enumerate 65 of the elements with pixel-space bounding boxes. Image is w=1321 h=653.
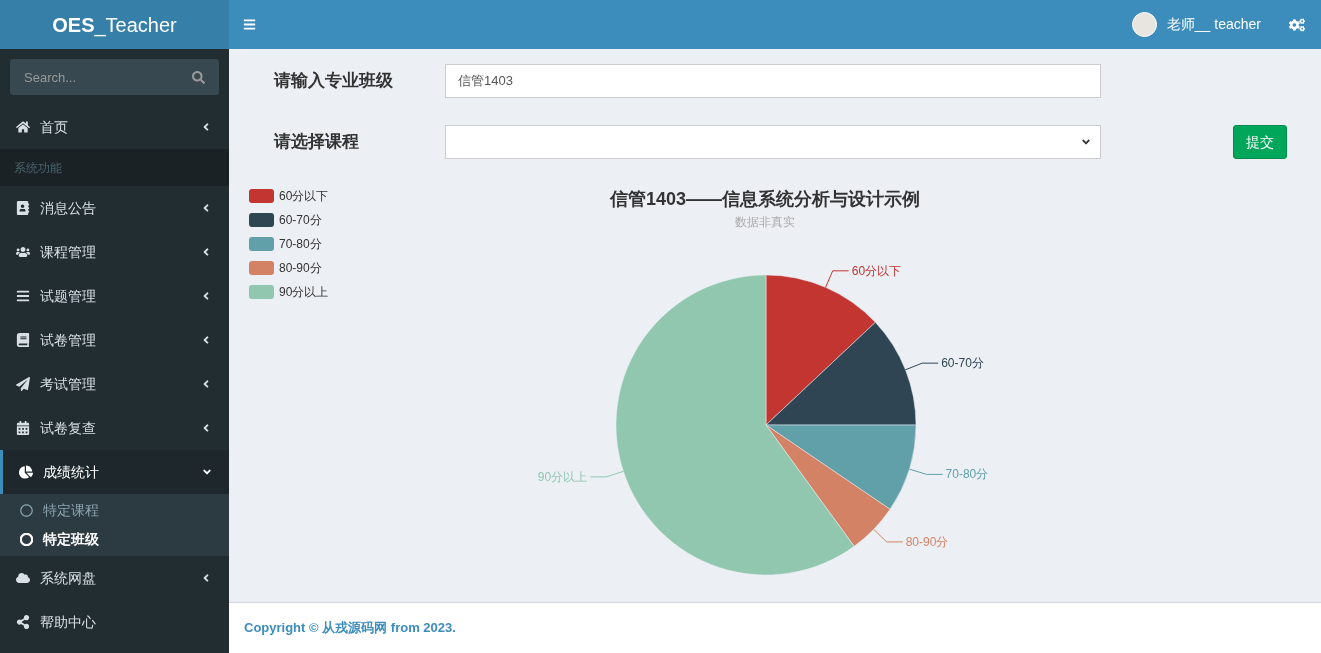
chevron-left-icon	[201, 290, 211, 302]
slice-label: 70-80分	[945, 467, 989, 482]
chevron-left-icon	[201, 202, 211, 214]
search-field[interactable]: Search...	[10, 59, 219, 95]
sidebar-item[interactable]: 试卷管理	[0, 318, 229, 362]
leader-line	[589, 470, 624, 478]
legend-label[interactable]: 90分以上	[279, 285, 329, 299]
leader-line	[904, 362, 939, 371]
sidebar-item[interactable]: 帮助中心	[0, 600, 229, 644]
sidebar-item[interactable]: 试卷复查	[0, 406, 229, 450]
chevron-left-icon	[201, 334, 211, 346]
pie-chart-icon	[19, 465, 33, 479]
legend-label[interactable]: 60-70分	[279, 213, 322, 227]
legend-swatch[interactable]	[249, 237, 274, 251]
legend-swatch[interactable]	[249, 261, 274, 275]
chevron-left-icon	[201, 572, 211, 584]
field-label: 请选择课程	[274, 131, 360, 154]
leader-line	[873, 528, 904, 543]
paper-plane-icon	[16, 377, 30, 391]
house-icon	[16, 120, 30, 134]
field-label: 请输入专业班级	[274, 70, 394, 93]
book-icon	[16, 333, 30, 347]
slice-label: 90分以上	[537, 469, 588, 484]
sidebar-item[interactable]: 试题管理	[0, 274, 229, 318]
chevron-left-icon	[201, 121, 211, 133]
logo[interactable]: OES_Teacher	[0, 0, 229, 49]
sidebar-item[interactable]: 课程管理	[0, 230, 229, 274]
list-icon	[16, 289, 30, 303]
legend-swatch[interactable]	[249, 189, 274, 203]
leader-line	[908, 468, 944, 475]
sidebar-item[interactable]: 考试管理	[0, 362, 229, 406]
contact-book-icon	[16, 201, 30, 215]
chevron-left-icon	[201, 378, 211, 390]
legend-swatch[interactable]	[249, 285, 274, 299]
sidebar-item[interactable]: 消息公告	[0, 186, 229, 230]
legend-swatch[interactable]	[249, 213, 274, 227]
search-icon[interactable]	[192, 71, 205, 84]
submenu-item[interactable]: 特定班级	[0, 525, 229, 554]
sidebar-item[interactable]: 成绩统计	[0, 450, 229, 494]
sidebar-item[interactable]: 首页	[0, 105, 229, 149]
chevron-left-icon	[201, 422, 211, 434]
user-name[interactable]: 老师__ teacher	[1166, 14, 1261, 35]
legend-label[interactable]: 70-80分	[279, 237, 322, 251]
chart-subtitle: 数据非真实	[735, 215, 795, 229]
avatar[interactable]	[1131, 12, 1157, 37]
legend-label[interactable]: 80-90分	[279, 261, 322, 275]
sidebar-item[interactable]: 系统网盘	[0, 556, 229, 600]
leader-line	[825, 270, 850, 288]
calendar-icon	[16, 421, 30, 435]
class-input[interactable]: 信管1403	[445, 64, 1101, 98]
settings-icon[interactable]	[1289, 16, 1305, 33]
chevron-left-icon	[201, 246, 211, 258]
cloud-icon	[16, 571, 30, 585]
legend-label[interactable]: 60分以下	[279, 189, 329, 203]
course-select[interactable]	[445, 125, 1101, 159]
slice-label: 60分以下	[851, 263, 902, 278]
slice-label: 60-70分	[941, 356, 984, 371]
share-icon	[16, 615, 30, 629]
submenu-item[interactable]: 特定课程	[0, 496, 229, 525]
copyright-text: Copyright © 从戎源码网 from 2023.	[244, 619, 456, 638]
users-icon	[16, 245, 30, 259]
sidebar-section-header: 系统功能	[0, 149, 229, 186]
menu-icon[interactable]	[243, 18, 256, 31]
chart-title: 信管1403——信息系统分析与设计示例	[610, 189, 920, 209]
slice-label: 80-90分	[905, 534, 949, 549]
